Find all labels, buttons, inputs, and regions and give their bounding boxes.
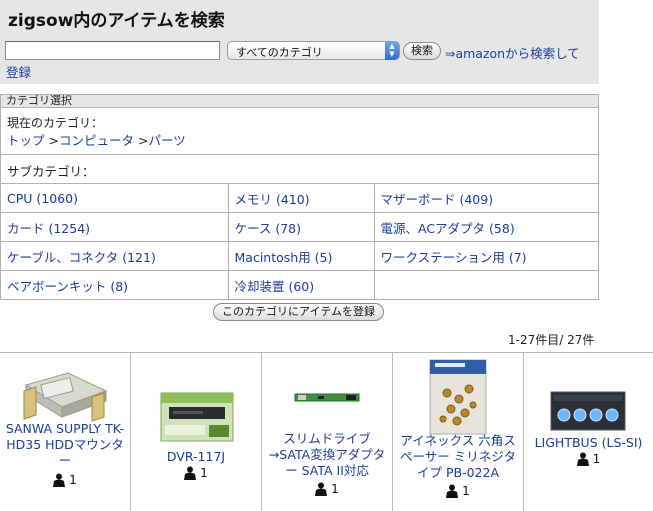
page-title: zigsow内のアイテムを検索	[8, 11, 225, 31]
current-category-box: 現在のカテゴリ： トップ >コンピュータ >パーツ	[0, 108, 599, 155]
subcategory-link[interactable]: マザーボード (409)	[374, 183, 599, 213]
table-row: CPU (1060) メモリ (410) マザーボード (409)	[1, 183, 599, 213]
breadcrumb-top[interactable]: トップ	[7, 133, 45, 148]
breadcrumb-separator: >	[133, 133, 149, 148]
subcategory-link[interactable]: カード (1254)	[1, 212, 229, 242]
user-icon	[53, 473, 66, 487]
search-panel: zigsow内のアイテムを検索 すべてのカテゴリ ▲ ▼ 検索 ⇒amazonから…	[0, 0, 599, 84]
subcategory-link[interactable]: メモリ (410)	[228, 183, 375, 213]
product-card[interactable]: スリムドライブ→SATA変換アダプター SATA II対応 1	[262, 353, 393, 511]
select-arrows-icon: ▲ ▼	[385, 41, 399, 60]
product-grid: SANWA SUPPLY TK-HD35 HDDマウンター 1 DVR-117J…	[0, 352, 653, 511]
owner-count: 1	[393, 484, 523, 498]
subcategory-link[interactable]: ケーブル、コネクタ (121)	[1, 241, 229, 271]
hdd-mounter-image[interactable]	[22, 371, 108, 423]
table-row: ベアボーンキット (8) 冷却装置 (60)	[1, 270, 599, 300]
product-card[interactable]: LIGHTBUS (LS-SI) 1	[524, 353, 653, 511]
table-row: カード (1254) ケース (78) 電源、ACアダプタ (58)	[1, 212, 599, 242]
table-row: ケーブル、コネクタ (121) Macintosh用 (5) ワークステーション…	[1, 241, 599, 271]
amazon-search-link[interactable]: ⇒amazonから検索して	[445, 43, 580, 62]
product-card[interactable]: アイネックス 六角スペーサー ミリネジタイプ PB-022A 1	[393, 353, 524, 511]
owner-count-value: 1	[69, 473, 77, 487]
owner-count-value: 1	[200, 466, 208, 480]
product-card[interactable]: SANWA SUPPLY TK-HD35 HDDマウンター 1	[0, 353, 131, 511]
current-category-label: 現在のカテゴリ：	[7, 116, 104, 130]
amazon-register-link[interactable]: 登録	[6, 62, 31, 81]
subcategory-link[interactable]: Macintosh用 (5)	[228, 241, 375, 271]
owner-count-value: 1	[462, 484, 470, 498]
product-name-link[interactable]: DVR-117J	[135, 449, 257, 465]
subcategory-link[interactable]: ケース (78)	[228, 212, 375, 242]
owner-count: 1	[262, 482, 392, 496]
user-icon	[576, 452, 589, 466]
bay-panel-image[interactable]	[550, 391, 626, 431]
owner-count: 1	[131, 466, 261, 480]
user-icon	[446, 484, 459, 498]
subcategory-table: CPU (1060) メモリ (410) マザーボード (409) カード (1…	[1, 183, 599, 300]
subcategory-empty	[374, 270, 599, 300]
product-name-link[interactable]: スリムドライブ→SATA変換アダプター SATA II対応	[266, 431, 388, 479]
subcategory-link[interactable]: CPU (1060)	[1, 183, 229, 213]
dvd-drive-box-image[interactable]	[159, 387, 235, 443]
owner-count: 1	[0, 473, 130, 487]
product-card[interactable]: DVR-117J 1	[131, 353, 262, 511]
breadcrumb-computer[interactable]: コンピュータ	[59, 133, 134, 148]
product-name-link[interactable]: アイネックス 六角スペーサー ミリネジタイプ PB-022A	[397, 433, 519, 481]
breadcrumb: トップ >コンピュータ >パーツ	[7, 130, 186, 149]
subcategory-link[interactable]: ワークステーション用 (7)	[374, 241, 599, 271]
search-button[interactable]: 検索	[403, 42, 441, 60]
category-select[interactable]: すべてのカテゴリ ▲ ▼	[227, 41, 400, 60]
user-icon	[315, 482, 328, 496]
user-icon	[184, 466, 197, 480]
category-select-value: すべてのカテゴリ	[236, 46, 323, 59]
product-name-link[interactable]: SANWA SUPPLY TK-HD35 HDDマウンター	[4, 421, 126, 469]
result-count: 1-27件目/ 27件	[508, 333, 595, 347]
subcategory-link[interactable]: 電源、ACアダプタ (58)	[374, 212, 599, 242]
owner-count-value: 1	[592, 452, 601, 466]
subcategory-label: サブカテゴリ：	[7, 164, 95, 179]
breadcrumb-parts[interactable]: パーツ	[148, 133, 185, 148]
adapter-board-image[interactable]	[294, 391, 360, 403]
owner-count: 1	[524, 452, 653, 466]
screw-pack-image[interactable]	[429, 359, 487, 435]
add-item-to-category-button[interactable]: このカテゴリにアイテムを登録	[213, 303, 384, 321]
product-name-link[interactable]: LIGHTBUS (LS-SI)	[528, 435, 649, 451]
subcategory-link[interactable]: 冷却装置 (60)	[228, 270, 375, 300]
owner-count-value: 1	[331, 482, 339, 496]
breadcrumb-separator: >	[44, 133, 59, 148]
category-section-header: カテゴリ選択	[0, 94, 599, 108]
search-input[interactable]	[5, 41, 220, 60]
subcategory-link[interactable]: ベアボーンキット (8)	[1, 270, 229, 300]
subcategory-box: サブカテゴリ： CPU (1060) メモリ (410) マザーボード (409…	[0, 155, 599, 300]
